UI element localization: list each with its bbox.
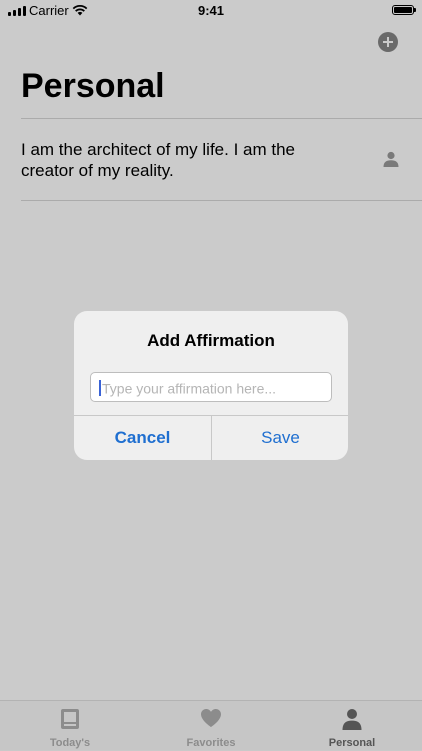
list-item[interactable]: I am the architect of my life. I am the … [0, 119, 422, 201]
row-divider [21, 200, 422, 201]
cancel-button[interactable]: Cancel [74, 415, 211, 460]
save-button[interactable]: Save [212, 415, 348, 460]
tab-todays[interactable]: Today's [0, 701, 140, 751]
person-icon[interactable] [383, 151, 399, 167]
page-title: Personal [21, 67, 165, 105]
input-placeholder: Type your affirmation here... [102, 380, 277, 397]
plus-circle-icon [383, 37, 393, 47]
tab-favorites[interactable]: Favorites [141, 701, 281, 751]
affirmation-input[interactable]: Type your affirmation here... [90, 372, 332, 402]
status-bar: Carrier 9:41 [0, 0, 422, 22]
app-screen: Carrier 9:41 Personal I am the architect… [0, 0, 422, 750]
text-cursor [99, 380, 101, 397]
tab-personal[interactable]: Personal [282, 701, 422, 751]
add-affirmation-button[interactable] [378, 32, 398, 52]
person-icon [342, 709, 362, 730]
tab-bar: Today's Favorites Personal [0, 700, 422, 750]
dialog-title: Add Affirmation [147, 331, 275, 350]
status-time: 9:41 [197, 3, 225, 18]
affirmation-text: I am the architect of my life. I am the … [21, 140, 295, 180]
tab-label: Favorites [186, 737, 236, 749]
heart-icon [201, 709, 221, 727]
add-affirmation-dialog: Add Affirmation Type your affirmation he… [74, 311, 348, 460]
tab-label: Personal [328, 737, 376, 749]
battery-icon [392, 5, 416, 15]
tab-label: Today's [49, 737, 91, 749]
book-icon [61, 709, 79, 729]
